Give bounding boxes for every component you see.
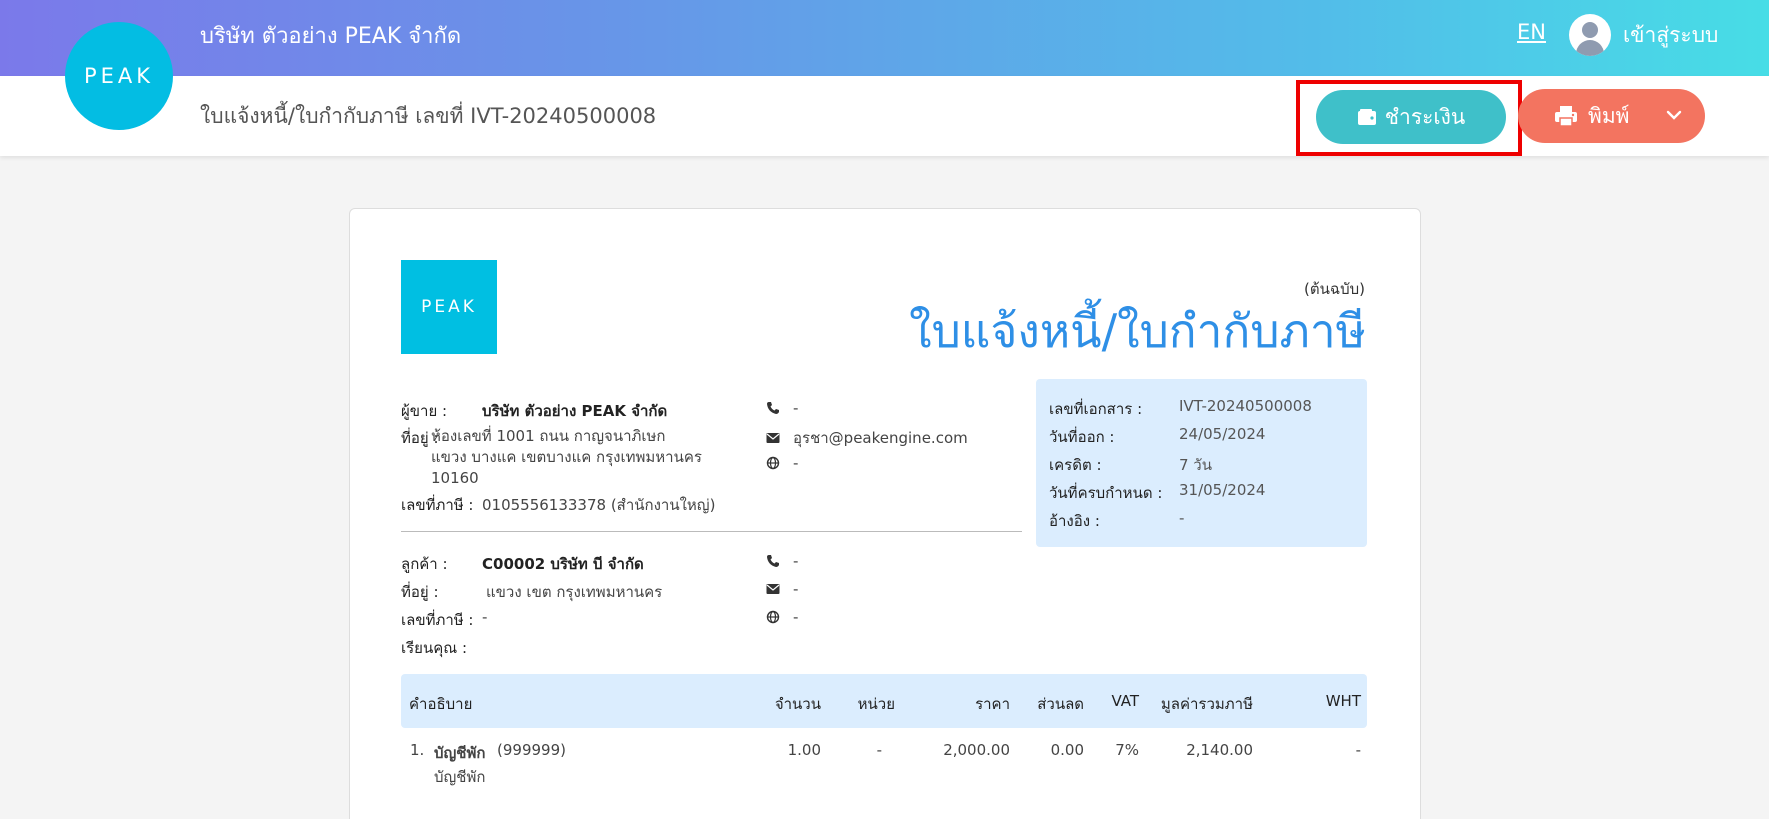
document-info-box: เลขที่เอกสาร : IVT-20240500008 วันที่ออก… bbox=[1036, 379, 1367, 547]
items-table-header: คำอธิบาย จำนวน หน่วย ราคา ส่วนลด VAT มูล… bbox=[401, 674, 1367, 728]
item-total: 2,140.00 bbox=[1186, 741, 1253, 759]
customer-phone: - bbox=[766, 552, 798, 570]
col-vat: VAT bbox=[1111, 692, 1139, 710]
language-switch-link[interactable]: EN bbox=[1517, 20, 1546, 44]
item-subtitle: บัญชีพัก bbox=[434, 768, 486, 786]
phone-icon bbox=[766, 401, 780, 415]
envelope-icon bbox=[766, 582, 780, 596]
col-description: คำอธิบาย bbox=[409, 695, 473, 713]
wallet-icon bbox=[1357, 109, 1376, 125]
seller-email: อุรชา@peakengine.com bbox=[766, 426, 968, 450]
seller-website: - bbox=[766, 454, 798, 472]
item-unit: - bbox=[876, 741, 882, 759]
phone-icon bbox=[766, 554, 780, 568]
col-price: ราคา bbox=[975, 695, 1010, 713]
table-row: 1. บัญชีพัก (999999) บัญชีพัก 1.00 - 2,0… bbox=[401, 741, 1367, 791]
customer-address: แขวง เขต กรุงเทพมหานคร bbox=[486, 583, 663, 601]
top-header-bar: บริษัท ตัวอย่าง PEAK จำกัด EN เข้าสู่ระบ… bbox=[0, 0, 1769, 76]
page-title: ใบแจ้งหนี้/ใบกำกับภาษี เลขที่ IVT-202405… bbox=[200, 104, 657, 128]
invoice-document: PEAK (ต้นฉบับ) ใบแจ้งหนี้/ใบกำกับภาษี ผู… bbox=[349, 208, 1421, 819]
company-name: บริษัท ตัวอย่าง PEAK จำกัด bbox=[200, 24, 462, 49]
login-label: เข้าสู่ระบบ bbox=[1623, 22, 1719, 47]
item-discount: 0.00 bbox=[1050, 741, 1084, 759]
document-title: ใบแจ้งหนี้/ใบกำกับภาษี bbox=[909, 304, 1366, 358]
section-divider bbox=[401, 531, 1022, 532]
item-vat: 7% bbox=[1115, 741, 1139, 759]
customer-tax-id: - bbox=[482, 608, 488, 626]
seller-tax-id: 0105556133378 (สำนักงานใหญ่) bbox=[482, 496, 716, 514]
seller-phone: - bbox=[766, 399, 798, 417]
envelope-icon bbox=[766, 431, 780, 445]
pay-button[interactable]: ชำระเงิน bbox=[1316, 90, 1506, 144]
print-button[interactable]: พิมพ์ bbox=[1518, 89, 1705, 143]
item-code: (999999) bbox=[497, 741, 566, 759]
item-name: บัญชีพัก bbox=[434, 744, 486, 762]
col-unit: หน่วย bbox=[857, 695, 895, 713]
globe-icon bbox=[766, 456, 780, 470]
peak-logo: PEAK bbox=[65, 22, 173, 130]
print-button-label: พิมพ์ bbox=[1588, 103, 1630, 128]
printer-icon bbox=[1555, 106, 1577, 127]
col-quantity: จำนวน bbox=[774, 695, 821, 713]
customer-name: C00002 บริษัท บี จำกัด bbox=[482, 555, 644, 573]
item-wht: - bbox=[1355, 741, 1361, 759]
col-discount: ส่วนลด bbox=[1037, 695, 1084, 713]
login-button[interactable]: เข้าสู่ระบบ bbox=[1569, 14, 1718, 56]
col-total: มูลค่ารวมภาษี bbox=[1160, 695, 1253, 713]
pay-button-label: ชำระเงิน bbox=[1384, 104, 1466, 129]
user-avatar-icon bbox=[1569, 14, 1611, 56]
customer-email: - bbox=[766, 580, 798, 598]
customer-website: - bbox=[766, 608, 798, 626]
row-number: 1. bbox=[410, 741, 425, 759]
seller-name: บริษัท ตัวอย่าง PEAK จำกัด bbox=[482, 402, 668, 420]
seller-address: ห้องเลขที่ 1001 ถนน กาญจนาภิเษก แขวง บาง… bbox=[431, 427, 702, 487]
col-wht: WHT bbox=[1325, 692, 1361, 710]
item-quantity: 1.00 bbox=[787, 741, 821, 759]
document-logo: PEAK bbox=[401, 260, 497, 354]
globe-icon bbox=[766, 610, 780, 624]
item-price: 2,000.00 bbox=[943, 741, 1010, 759]
chevron-down-icon[interactable] bbox=[1665, 106, 1683, 124]
